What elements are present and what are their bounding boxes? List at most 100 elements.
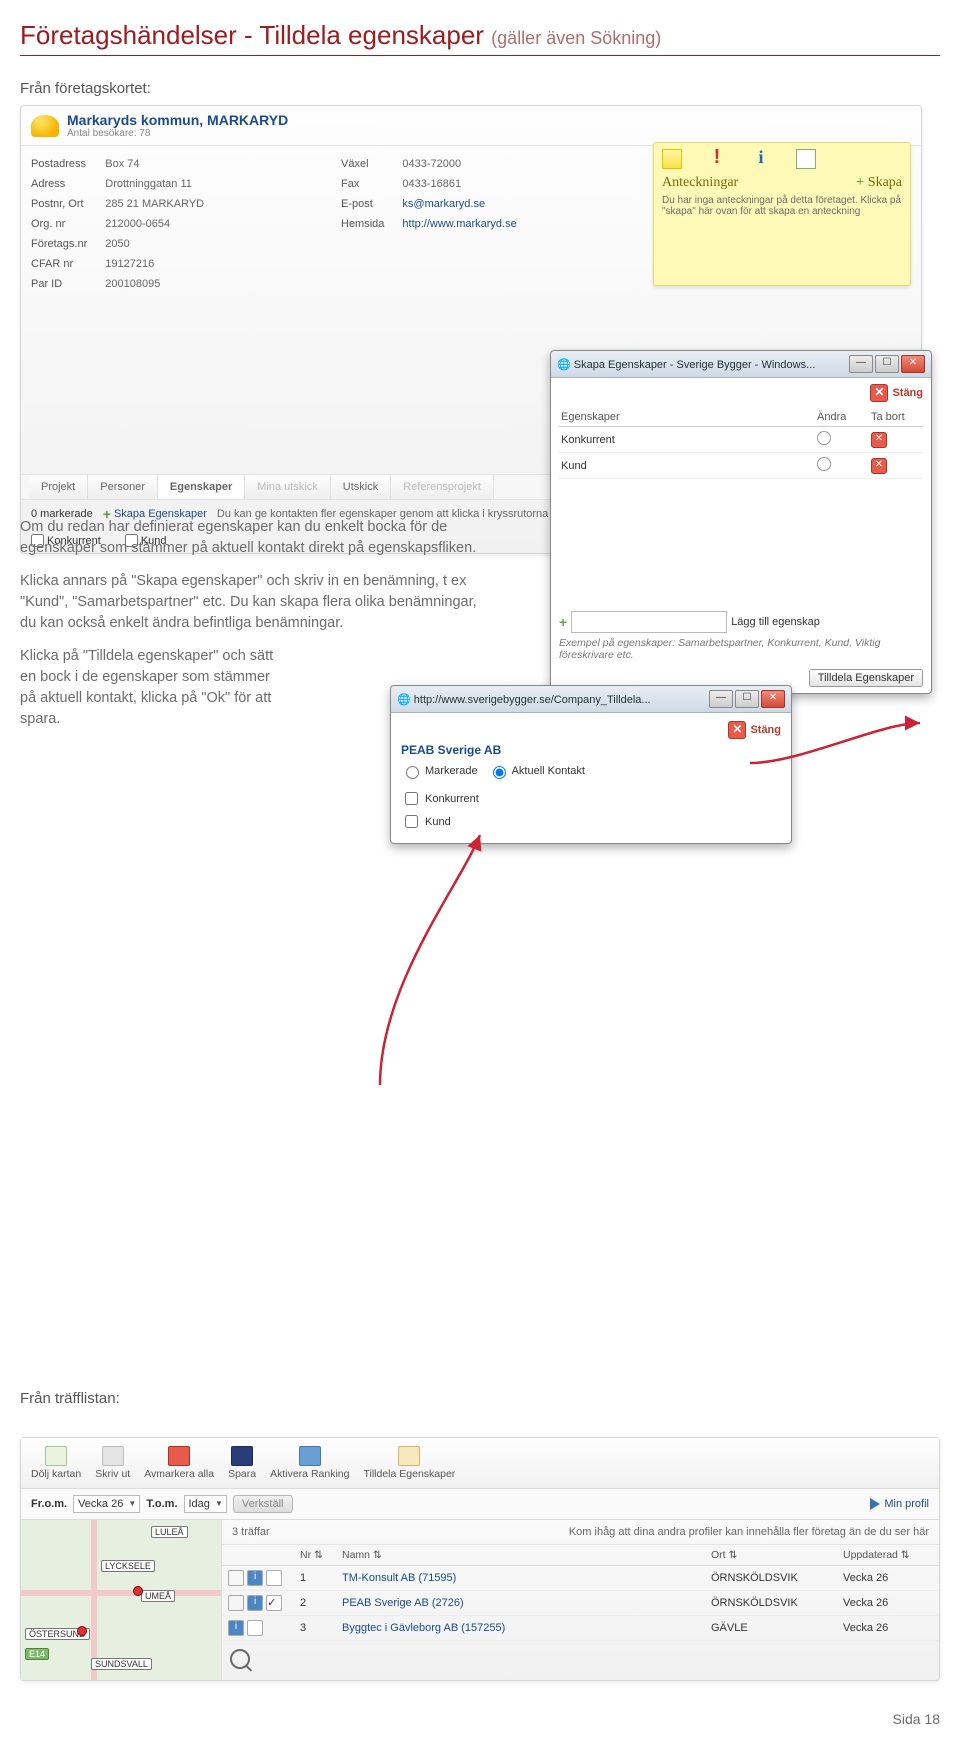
assign-checkbox-kund[interactable]: Kund xyxy=(401,812,781,831)
delete-icon[interactable]: ✕ xyxy=(871,458,887,474)
min-profil-link[interactable]: Min profil xyxy=(870,1498,929,1510)
title-divider xyxy=(20,55,940,56)
row-ort: ÖRNSKÖLDSVIK xyxy=(705,1566,837,1591)
to-select[interactable]: Idag xyxy=(184,1495,227,1513)
row-upp: Vecka 26 xyxy=(837,1591,939,1616)
map-marker[interactable] xyxy=(77,1626,87,1636)
tab-utskick[interactable]: Utskick xyxy=(331,475,391,499)
field-value: 200108095 xyxy=(105,274,222,294)
col-namn[interactable]: Namn ⇅ xyxy=(336,1545,705,1566)
info-icon[interactable]: i xyxy=(247,1595,263,1611)
field-value: 0433-16861 xyxy=(402,174,534,194)
tab-mina-utskick[interactable]: Mina utskick xyxy=(245,475,331,499)
info-icon[interactable]: i xyxy=(752,149,770,167)
toolbar-aktivera-ranking[interactable]: Aktivera Ranking xyxy=(270,1446,349,1480)
tab-projekt[interactable]: Projekt xyxy=(29,475,88,499)
toolbar-avmarkera-alla[interactable]: Avmarkera alla xyxy=(144,1446,214,1480)
row-name-link[interactable]: Byggtec i Gävleborg AB (157255) xyxy=(342,1622,505,1634)
from-select[interactable]: Vecka 26 xyxy=(73,1495,140,1513)
stang-button[interactable]: ✕Stäng xyxy=(401,721,781,739)
field-value: 285 21 MARKARYD xyxy=(105,194,222,214)
assign-checkbox-konkurrent[interactable]: Konkurrent xyxy=(401,789,781,808)
map-label: LYCKSELE xyxy=(101,1560,155,1572)
field-value: Box 74 xyxy=(105,154,222,174)
col-ort[interactable]: Ort ⇅ xyxy=(705,1545,837,1566)
table-row: i ✓2PEAB Sverige AB (2726)ÖRNSKÖLDSVIKVe… xyxy=(222,1591,939,1616)
minimize-button[interactable]: — xyxy=(849,355,873,373)
col-nr[interactable]: Nr ⇅ xyxy=(294,1545,336,1566)
notes-body: Du har inga anteckningar på detta företa… xyxy=(662,195,902,217)
field-link[interactable]: http://www.markaryd.se xyxy=(402,218,516,230)
note-icon[interactable] xyxy=(662,149,682,169)
stang-button[interactable]: ✕Stäng xyxy=(559,384,923,402)
radio-markerade[interactable]: Markerade xyxy=(401,763,478,779)
map-label: UMEÅ xyxy=(141,1590,175,1602)
new-property-input[interactable] xyxy=(571,611,727,633)
field-value: 19127216 xyxy=(105,254,222,274)
toolbar-dölj-kartan[interactable]: Dölj kartan xyxy=(31,1446,81,1480)
row-ort: ÖRNSKÖLDSVIK xyxy=(705,1591,837,1616)
close-button[interactable]: ✕ xyxy=(761,690,785,708)
info-icon[interactable]: i xyxy=(228,1620,244,1636)
alert-icon[interactable]: ! xyxy=(708,149,726,167)
row-name-link[interactable]: TM-Konsult AB (71595) xyxy=(342,1572,456,1584)
col-uppdaterad[interactable]: Uppdaterad ⇅ xyxy=(837,1545,939,1566)
toolbar-icon xyxy=(398,1446,420,1466)
add-property-label[interactable]: Lägg till egenskap xyxy=(731,616,820,628)
col-andra: Ändra xyxy=(815,408,869,427)
search-icon[interactable] xyxy=(230,1649,250,1669)
tab-personer[interactable]: Personer xyxy=(88,475,158,499)
doc-icon[interactable] xyxy=(228,1570,244,1586)
row-checkbox[interactable] xyxy=(247,1620,263,1636)
row-nr: 3 xyxy=(294,1616,336,1641)
tab-referensprojekt[interactable]: Referensprojekt xyxy=(391,475,494,499)
verkstall-button[interactable]: Verkställ xyxy=(233,1495,293,1513)
edit-icon[interactable] xyxy=(817,457,831,471)
col-tabort: Ta bort xyxy=(869,408,923,427)
company-visits: Antal besökare: 78 xyxy=(67,128,288,139)
radio-aktuell[interactable]: Aktuell Kontakt xyxy=(488,763,585,779)
map-marker[interactable] xyxy=(133,1586,143,1596)
map[interactable]: LULEÅ LYCKSELE UMEÅ ÖSTERSUND SUNDSVALL … xyxy=(21,1520,222,1680)
window-title: 🌐 Skapa Egenskaper - Sverige Bygger - Wi… xyxy=(557,358,815,371)
from-label: Fr.o.m. xyxy=(31,1498,67,1510)
toolbar-tilldela-egenskaper[interactable]: Tilldela Egenskaper xyxy=(363,1446,455,1480)
instruction-paragraph-1: Om du redan har definierat egenskaper ka… xyxy=(20,517,480,559)
field-label: Postadress xyxy=(31,154,105,174)
image-icon[interactable] xyxy=(796,149,816,169)
field-label: CFAR nr xyxy=(31,254,105,274)
field-value: 2050 xyxy=(105,234,222,254)
row-name-link[interactable]: PEAB Sverige AB (2726) xyxy=(342,1597,464,1609)
minimize-button[interactable]: — xyxy=(709,690,733,708)
plus-icon: + xyxy=(559,614,567,630)
arrow-right-icon xyxy=(870,1498,880,1510)
result-hint: Kom ihåg att dina andra profiler kan inn… xyxy=(569,1526,929,1538)
toolbar-spara[interactable]: Spara xyxy=(228,1446,256,1480)
property-row: Konkurrent✕ xyxy=(559,427,923,453)
result-count: 3 träffar xyxy=(232,1526,270,1538)
window-url: 🌐 http://www.sverigebygger.se/Company_Ti… xyxy=(397,693,651,706)
field-link[interactable]: ks@markaryd.se xyxy=(402,198,485,210)
row-ort: GÄVLE xyxy=(705,1616,837,1641)
maximize-button[interactable]: ☐ xyxy=(875,355,899,373)
tab-egenskaper[interactable]: Egenskaper xyxy=(158,475,245,499)
row-checkbox[interactable]: ✓ xyxy=(266,1595,282,1611)
toolbar-icon xyxy=(299,1446,321,1466)
close-button[interactable]: ✕ xyxy=(901,355,925,373)
company-name[interactable]: Markaryds kommun, MARKARYD xyxy=(67,112,288,128)
maximize-button[interactable]: ☐ xyxy=(735,690,759,708)
tilldela-egenskaper-button[interactable]: Tilldela Egenskaper xyxy=(809,669,923,687)
info-icon[interactable]: i xyxy=(247,1570,263,1586)
property-row: Kund✕ xyxy=(559,453,923,479)
field-label: E-post xyxy=(341,194,402,214)
edit-icon[interactable] xyxy=(817,431,831,445)
toolbar-skriv-ut[interactable]: Skriv ut xyxy=(95,1446,130,1480)
create-note-button[interactable]: + Skapa xyxy=(856,175,902,191)
delete-icon[interactable]: ✕ xyxy=(871,432,887,448)
doc-icon[interactable] xyxy=(228,1595,244,1611)
row-nr: 1 xyxy=(294,1566,336,1591)
row-checkbox[interactable] xyxy=(266,1570,282,1586)
field-value: ks@markaryd.se xyxy=(402,194,534,214)
row-upp: Vecka 26 xyxy=(837,1616,939,1641)
field-label: Växel xyxy=(341,154,402,174)
